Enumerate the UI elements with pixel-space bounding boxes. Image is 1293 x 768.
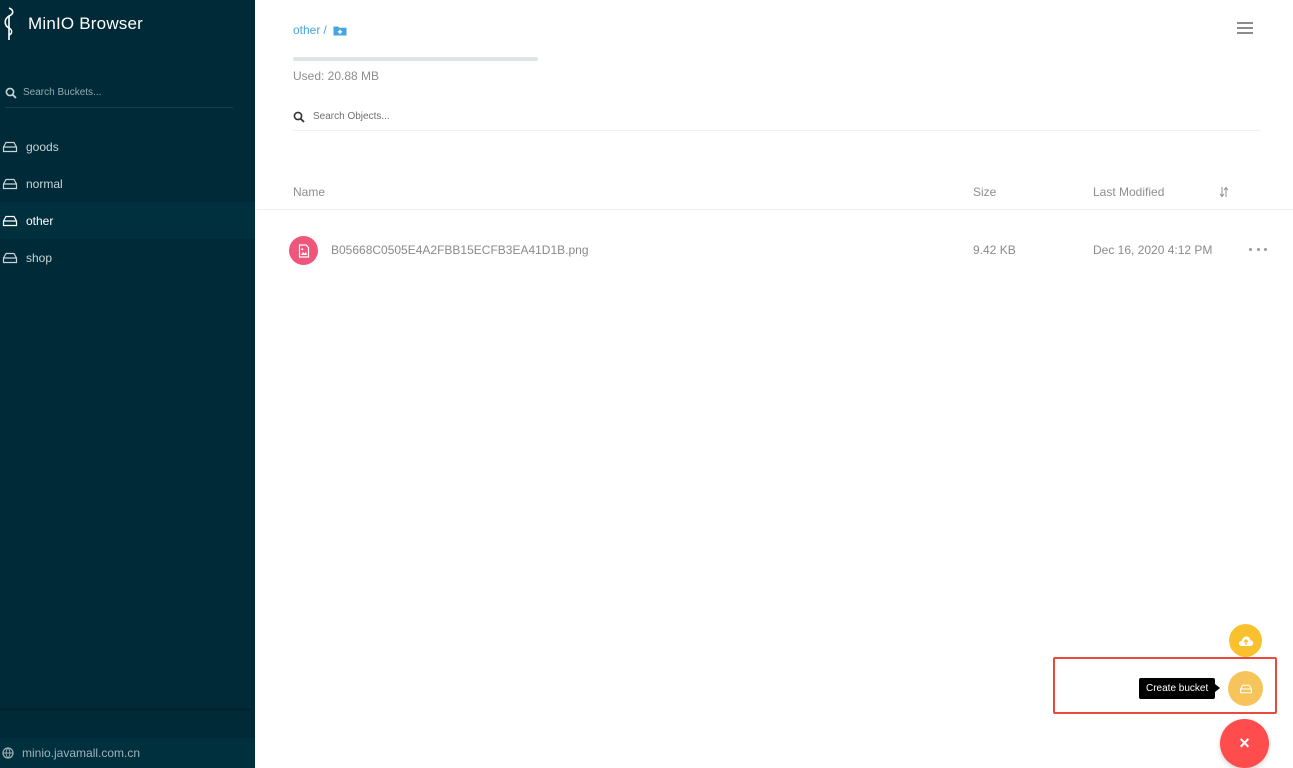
breadcrumb-bucket[interactable]: other (293, 23, 320, 37)
file-modified: Dec 16, 2020 4:12 PM (1093, 243, 1213, 257)
file-name[interactable]: B05668C0505E4A2FBB15ECFB3EA41D1B.png (331, 243, 589, 257)
bucket-search (5, 78, 233, 108)
dot (1256, 247, 1260, 251)
bucket-label: shop (26, 250, 53, 265)
bucket-label: other (26, 213, 54, 228)
bucket-item-shop[interactable]: shop (0, 239, 255, 276)
bucket-label: goods (26, 139, 59, 154)
logo-row: MinIO Browser (0, 4, 143, 44)
bucket-icon (2, 252, 18, 263)
usage-progress-fill (293, 57, 538, 61)
breadcrumb-separator: / (323, 23, 327, 37)
minio-logo-icon (4, 7, 14, 40)
bucket-item-other[interactable]: other (0, 202, 255, 239)
column-header-name[interactable]: Name (293, 185, 325, 199)
dot (1264, 247, 1267, 251)
object-list-header: Name Size Last Modified (255, 174, 1293, 210)
bucket-list: goods normal other shop (0, 128, 255, 276)
sidebar: MinIO Browser goods normal other (0, 0, 255, 768)
object-search (293, 103, 1260, 131)
close-menu-button[interactable]: × (1220, 719, 1269, 768)
bucket-item-normal[interactable]: normal (0, 165, 255, 202)
column-header-size[interactable]: Size (973, 185, 996, 199)
image-file-glyph-icon (298, 243, 309, 258)
column-header-modified[interactable]: Last Modified (1093, 185, 1164, 199)
add-folder-icon[interactable] (333, 25, 347, 36)
app-root: MinIO Browser goods normal other (0, 0, 1293, 768)
sort-icon[interactable] (1219, 186, 1229, 198)
sidebar-divider (0, 708, 250, 711)
usage-label: Used: 20.88 MB (293, 69, 380, 83)
host-label: minio.javamall.com.cn (22, 746, 141, 760)
bucket-label: normal (26, 176, 63, 191)
dot (1249, 247, 1252, 251)
bucket-search-input[interactable] (23, 87, 223, 98)
host-info: minio.javamall.com.cn (0, 738, 255, 768)
bucket-icon (2, 215, 18, 226)
file-size: 9.42 KB (973, 243, 1016, 257)
breadcrumb: other / (293, 23, 347, 37)
image-file-icon (289, 236, 318, 265)
table-row[interactable]: B05668C0505E4A2FBB15ECFB3EA41D1B.png 9.4… (255, 228, 1293, 272)
app-title: MinIO Browser (28, 14, 144, 33)
highlight-box (1053, 657, 1277, 714)
menu-icon[interactable] (1237, 21, 1253, 35)
object-search-input[interactable] (313, 111, 713, 122)
bucket-icon (2, 141, 18, 152)
bucket-item-goods[interactable]: goods (0, 128, 255, 165)
usage-progress-bar (293, 57, 538, 61)
search-icon (293, 111, 305, 123)
upload-file-button[interactable] (1229, 624, 1262, 657)
globe-icon (2, 747, 14, 759)
bucket-icon (2, 178, 18, 189)
more-actions-icon[interactable] (1249, 242, 1267, 256)
main-panel: other / Used: 20.88 MB Name Size (255, 0, 1293, 768)
close-icon: × (1239, 733, 1250, 753)
cloud-upload-icon (1238, 635, 1253, 646)
search-icon (5, 87, 17, 99)
